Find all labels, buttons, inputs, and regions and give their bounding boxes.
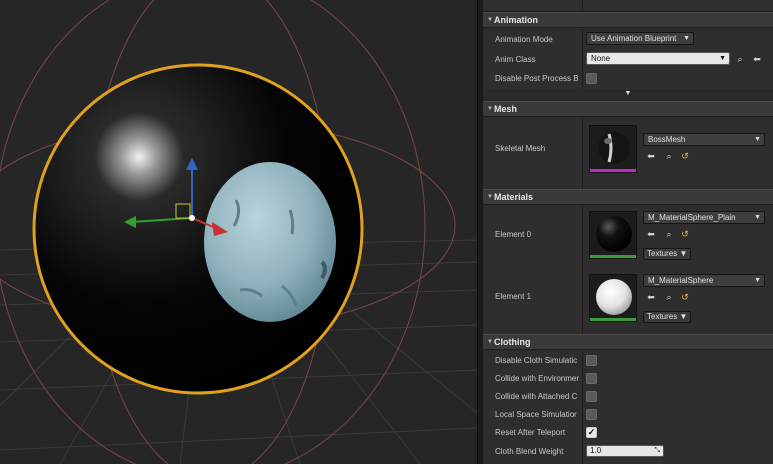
skeletal-mesh-row: Skeletal Mesh BossMesh ▼ ⬅ ⌕ ↺ bbox=[483, 118, 773, 190]
local-space-simulation-checkbox[interactable] bbox=[586, 409, 597, 420]
mesh-thumbnail[interactable] bbox=[589, 125, 637, 173]
search-icon[interactable]: ⌕ bbox=[664, 292, 674, 302]
category-animation[interactable]: ▼Animation bbox=[483, 12, 773, 28]
checkmark-icon: ✓ bbox=[587, 427, 596, 437]
material-1-thumbnail[interactable] bbox=[589, 274, 637, 322]
arrow-left-icon[interactable]: ⬅ bbox=[752, 54, 762, 64]
material-rows: Element 0 M_MaterialSphere_Plain ▼ ⬅ ⌕ ↺… bbox=[483, 206, 773, 334]
reset-after-teleport-checkbox[interactable]: ✓ bbox=[586, 427, 597, 438]
reset-icon[interactable]: ↺ bbox=[680, 151, 690, 161]
arrow-left-icon[interactable]: ⬅ bbox=[646, 292, 656, 302]
material-0-textures-button[interactable]: Textures ▼ bbox=[643, 248, 692, 260]
animation-mode-label: Animation Mode bbox=[495, 35, 553, 44]
category-clothing[interactable]: ▼Clothing bbox=[483, 334, 773, 350]
category-title: Mesh bbox=[494, 104, 518, 114]
disable-post-process-label: Disable Post Process B bbox=[495, 74, 579, 83]
category-materials[interactable]: ▼Materials bbox=[483, 189, 773, 205]
element-0-label: Element 0 bbox=[495, 230, 532, 239]
category-title: Clothing bbox=[494, 337, 531, 347]
material-0-combo[interactable]: M_MaterialSphere_Plain ▼ bbox=[643, 211, 765, 224]
chevron-down-icon: ▼ bbox=[754, 214, 761, 221]
level-viewport[interactable] bbox=[0, 0, 477, 464]
animation-mode-combo[interactable]: Use Animation Blueprint ▼ bbox=[586, 32, 694, 45]
anim-class-value: None bbox=[591, 54, 611, 63]
reset-icon[interactable]: ↺ bbox=[680, 229, 690, 239]
previous-property-row bbox=[483, 0, 773, 12]
chevron-down-icon: ▼ bbox=[679, 312, 688, 321]
material-1-preview bbox=[596, 279, 632, 315]
material-0-preview bbox=[596, 216, 632, 252]
triangle-down-icon: ▼ bbox=[487, 106, 493, 112]
chevron-down-icon: ▼ bbox=[754, 136, 761, 143]
skeletal-mesh-combo[interactable]: BossMesh ▼ bbox=[643, 133, 765, 146]
clothing-row-label: Collide with Attached C bbox=[495, 392, 578, 401]
skeletal-mesh-label: Skeletal Mesh bbox=[495, 144, 546, 153]
search-icon[interactable]: ⌕ bbox=[735, 54, 745, 64]
chevron-down-icon: ▼ bbox=[719, 55, 726, 62]
advanced-expander[interactable]: ▼ bbox=[483, 89, 773, 98]
anim-class-combo[interactable]: None ▼ bbox=[586, 52, 730, 65]
clothing-row-label: Disable Cloth Simulatic bbox=[495, 356, 578, 365]
chevron-down-icon: ▼ bbox=[683, 35, 690, 42]
category-mesh[interactable]: ▼Mesh bbox=[483, 101, 773, 117]
light-blue-sphere[interactable] bbox=[204, 162, 336, 322]
collide-with-attached-checkbox[interactable] bbox=[586, 391, 597, 402]
cloth-blend-weight-field[interactable]: 1.0 ⤡ bbox=[586, 445, 664, 457]
clothing-row-label: Collide with Environmer bbox=[495, 374, 580, 383]
drag-handle-icon: ⤡ bbox=[654, 447, 660, 454]
anim-class-label: Anim Class bbox=[495, 55, 536, 64]
category-title: Animation bbox=[494, 15, 538, 25]
material-0-value: M_MaterialSphere_Plain bbox=[648, 213, 736, 222]
animation-mode-value: Use Animation Blueprint bbox=[591, 34, 677, 43]
reset-icon[interactable]: ↺ bbox=[680, 292, 690, 302]
arrow-left-icon[interactable]: ⬅ bbox=[646, 229, 656, 239]
category-title: Materials bbox=[494, 192, 534, 202]
mesh-preview bbox=[598, 132, 630, 164]
viewport-scene bbox=[0, 0, 477, 464]
textures-label: Textures bbox=[647, 312, 678, 321]
details-panel: ▼Animation Animation Mode Use Animation … bbox=[483, 0, 773, 464]
material-1-textures-button[interactable]: Textures ▼ bbox=[643, 311, 692, 323]
expander-arrow-icon: ▼ bbox=[624, 90, 632, 97]
clothing-rows: Disable Cloth Simulatic Collide with Env… bbox=[483, 351, 773, 464]
skeletal-mesh-value: BossMesh bbox=[648, 135, 686, 144]
clothing-row-label: Local Space Simulatior bbox=[495, 410, 577, 419]
triangle-down-icon: ▼ bbox=[487, 194, 493, 200]
chevron-down-icon: ▼ bbox=[754, 277, 761, 284]
cloth-blend-weight-label: Cloth Blend Weight bbox=[495, 447, 564, 456]
triangle-down-icon: ▼ bbox=[487, 17, 493, 23]
disable-cloth-simulation-checkbox[interactable] bbox=[586, 355, 597, 366]
cloth-blend-weight-value: 1.0 bbox=[590, 446, 602, 455]
search-icon[interactable]: ⌕ bbox=[664, 229, 674, 239]
chevron-down-icon: ▼ bbox=[679, 249, 688, 258]
element-1-label: Element 1 bbox=[495, 292, 532, 301]
disable-post-process-checkbox[interactable] bbox=[586, 73, 597, 84]
triangle-down-icon: ▼ bbox=[487, 339, 493, 345]
textures-label: Textures bbox=[647, 249, 678, 258]
animation-rows: Animation Mode Use Animation Blueprint ▼… bbox=[483, 29, 773, 89]
material-1-combo[interactable]: M_MaterialSphere ▼ bbox=[643, 274, 765, 287]
clothing-row-label: Reset After Teleport bbox=[495, 428, 566, 437]
material-1-value: M_MaterialSphere bbox=[648, 276, 714, 285]
arrow-left-icon[interactable]: ⬅ bbox=[646, 151, 656, 161]
search-icon[interactable]: ⌕ bbox=[664, 151, 674, 161]
collide-with-environment-checkbox[interactable] bbox=[586, 373, 597, 384]
material-0-thumbnail[interactable] bbox=[589, 211, 637, 259]
